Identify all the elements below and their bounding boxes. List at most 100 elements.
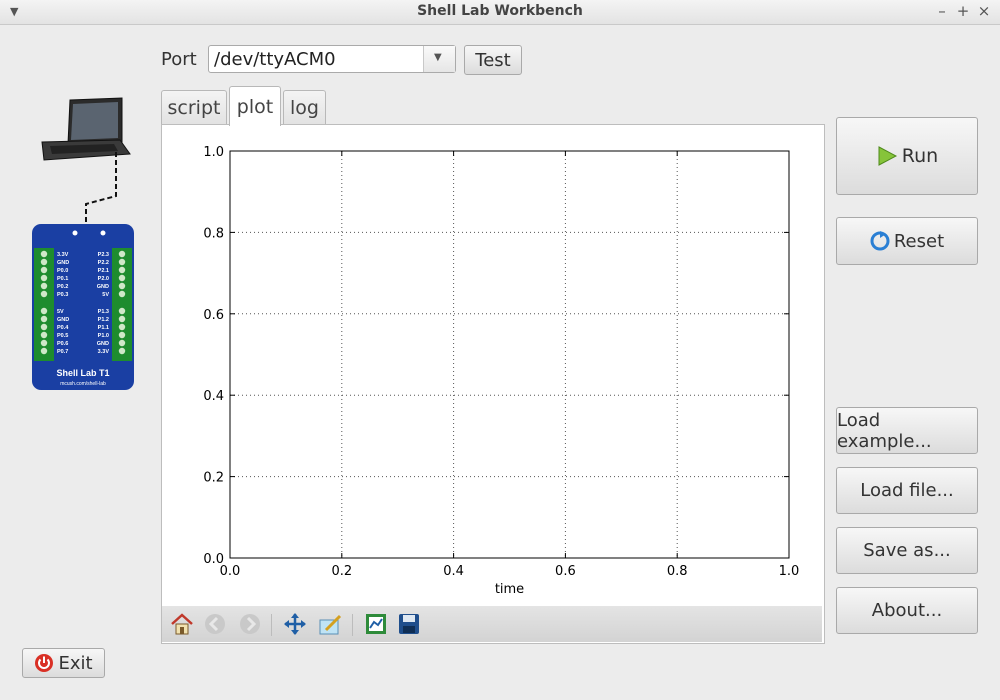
pin-label: 5V [102, 292, 109, 298]
terminal-screw [40, 258, 48, 266]
terminal-screw [118, 290, 126, 298]
terminal-screw [40, 331, 48, 339]
device-illustration: 3.3V GND P0.0 P0.1 P0.2 P0.3 5V GND P0.4 P0.5 P0.6… [32, 97, 134, 390]
terminal-screw [118, 274, 126, 282]
plot-axes-frame [229, 150, 790, 559]
refresh-icon [870, 231, 890, 251]
pin-label: P0.3 [57, 292, 68, 298]
pin-label: GND [97, 341, 109, 347]
pin-label: P0.6 [57, 341, 68, 347]
pin-label: 5V [57, 309, 64, 315]
x-tick-label: 1.0 [779, 564, 800, 579]
zoom-icon[interactable] [318, 612, 342, 636]
tab-script[interactable]: script [161, 90, 227, 125]
y-tick-label: 0.0 [203, 552, 224, 567]
pin-label: P2.1 [98, 268, 109, 274]
laptop-icon [41, 97, 131, 161]
pan-icon[interactable] [283, 612, 307, 636]
load-file-button[interactable]: Load file... [836, 467, 978, 514]
load-example-label: Load example... [837, 409, 932, 452]
port-dropdown-button[interactable]: ▼ [423, 46, 455, 72]
pin-label: P1.2 [98, 317, 109, 323]
exit-button[interactable]: Exit [22, 648, 105, 678]
terminal-screw [118, 282, 126, 290]
tab-log-label: log [290, 97, 319, 119]
pin-label: P0.7 [57, 349, 68, 355]
reset-button-label: Reset [893, 230, 945, 252]
port-label: Port [161, 49, 197, 70]
minimize-icon[interactable]: – [934, 2, 950, 20]
save-figure-icon[interactable] [397, 612, 421, 636]
save-as-button[interactable]: Save as... [836, 527, 978, 574]
terminal-screw [40, 315, 48, 323]
terminal-screw [118, 339, 126, 347]
y-tick-label: 0.8 [203, 226, 224, 241]
pin-label: 3.3V [98, 349, 110, 355]
x-tick-label: 0.4 [443, 564, 464, 579]
terminal-screw [118, 250, 126, 258]
terminal-screw [118, 331, 126, 339]
board-url: mcush.com/shell-lab [60, 381, 106, 387]
play-icon [878, 146, 897, 166]
test-button[interactable]: Test [464, 45, 522, 75]
plot-toolbar [162, 606, 822, 642]
terminal-screw [40, 339, 48, 347]
terminal-screw [118, 266, 126, 274]
pin-label: P0.5 [57, 333, 68, 339]
usb-cable [85, 152, 117, 224]
x-axis-label: time [495, 582, 524, 597]
x-tick-label: 0.6 [555, 564, 576, 579]
test-button-label: Test [475, 49, 511, 71]
toolbar-separator [352, 614, 353, 636]
run-button[interactable]: Run [836, 117, 978, 195]
load-example-button[interactable]: Load example... [836, 407, 978, 454]
close-icon[interactable]: × [976, 2, 992, 20]
power-icon [35, 654, 54, 672]
port-select[interactable]: /dev/ttyACM0 ▼ [208, 45, 456, 73]
terminal-screw [40, 347, 48, 355]
tab-script-label: script [167, 97, 221, 119]
x-tick-label: 0.2 [331, 564, 352, 579]
pin-label: GND [57, 260, 69, 266]
title-bar: ▼ Shell Lab Workbench – + × [0, 0, 1000, 25]
toolbar-separator [271, 614, 272, 636]
exit-button-label: Exit [58, 652, 93, 674]
terminal-screw [40, 266, 48, 274]
chevron-down-icon: ▼ [434, 52, 442, 63]
configure-subplots-icon[interactable] [364, 612, 388, 636]
pin-label: P0.4 [57, 325, 69, 331]
board-name: Shell Lab T1 [56, 368, 109, 378]
save-as-label: Save as... [863, 540, 951, 561]
pin-label: P2.0 [98, 276, 109, 282]
terminal-screw [118, 258, 126, 266]
y-tick-label: 0.2 [203, 471, 224, 486]
run-button-label: Run [901, 145, 939, 167]
terminal-screw [40, 290, 48, 298]
pin-label: P0.0 [57, 268, 68, 274]
pin-label: P2.3 [98, 252, 109, 258]
about-button[interactable]: About... [836, 587, 978, 634]
plot-canvas[interactable]: 0.0 0.2 0.4 0.6 0.8 1.00.00.20.40.60.81.0time [162, 125, 824, 605]
back-icon[interactable] [203, 612, 227, 636]
about-label: About... [871, 600, 943, 621]
pin-label: 3.3V [57, 252, 69, 258]
tab-log[interactable]: log [283, 90, 326, 125]
forward-icon[interactable] [238, 612, 262, 636]
terminal-screw [118, 323, 126, 331]
load-file-label: Load file... [860, 480, 954, 501]
port-select-value: /dev/ttyACM0 [214, 49, 336, 70]
home-icon[interactable] [170, 612, 194, 636]
pin-label: GND [57, 317, 69, 323]
maximize-icon[interactable]: + [955, 2, 971, 20]
terminal-screw [40, 282, 48, 290]
pin-label: GND [97, 284, 109, 290]
pin-label: P2.2 [98, 260, 109, 266]
terminal-screw [40, 307, 48, 315]
reset-button[interactable]: Reset [836, 217, 978, 265]
tab-plot[interactable]: plot [229, 86, 281, 126]
y-tick-label: 0.4 [203, 389, 224, 404]
y-tick-label: 1.0 [203, 145, 224, 160]
terminal-screw [118, 307, 126, 315]
pin-label: P1.1 [98, 325, 109, 331]
y-tick-label: 0.6 [203, 308, 224, 323]
